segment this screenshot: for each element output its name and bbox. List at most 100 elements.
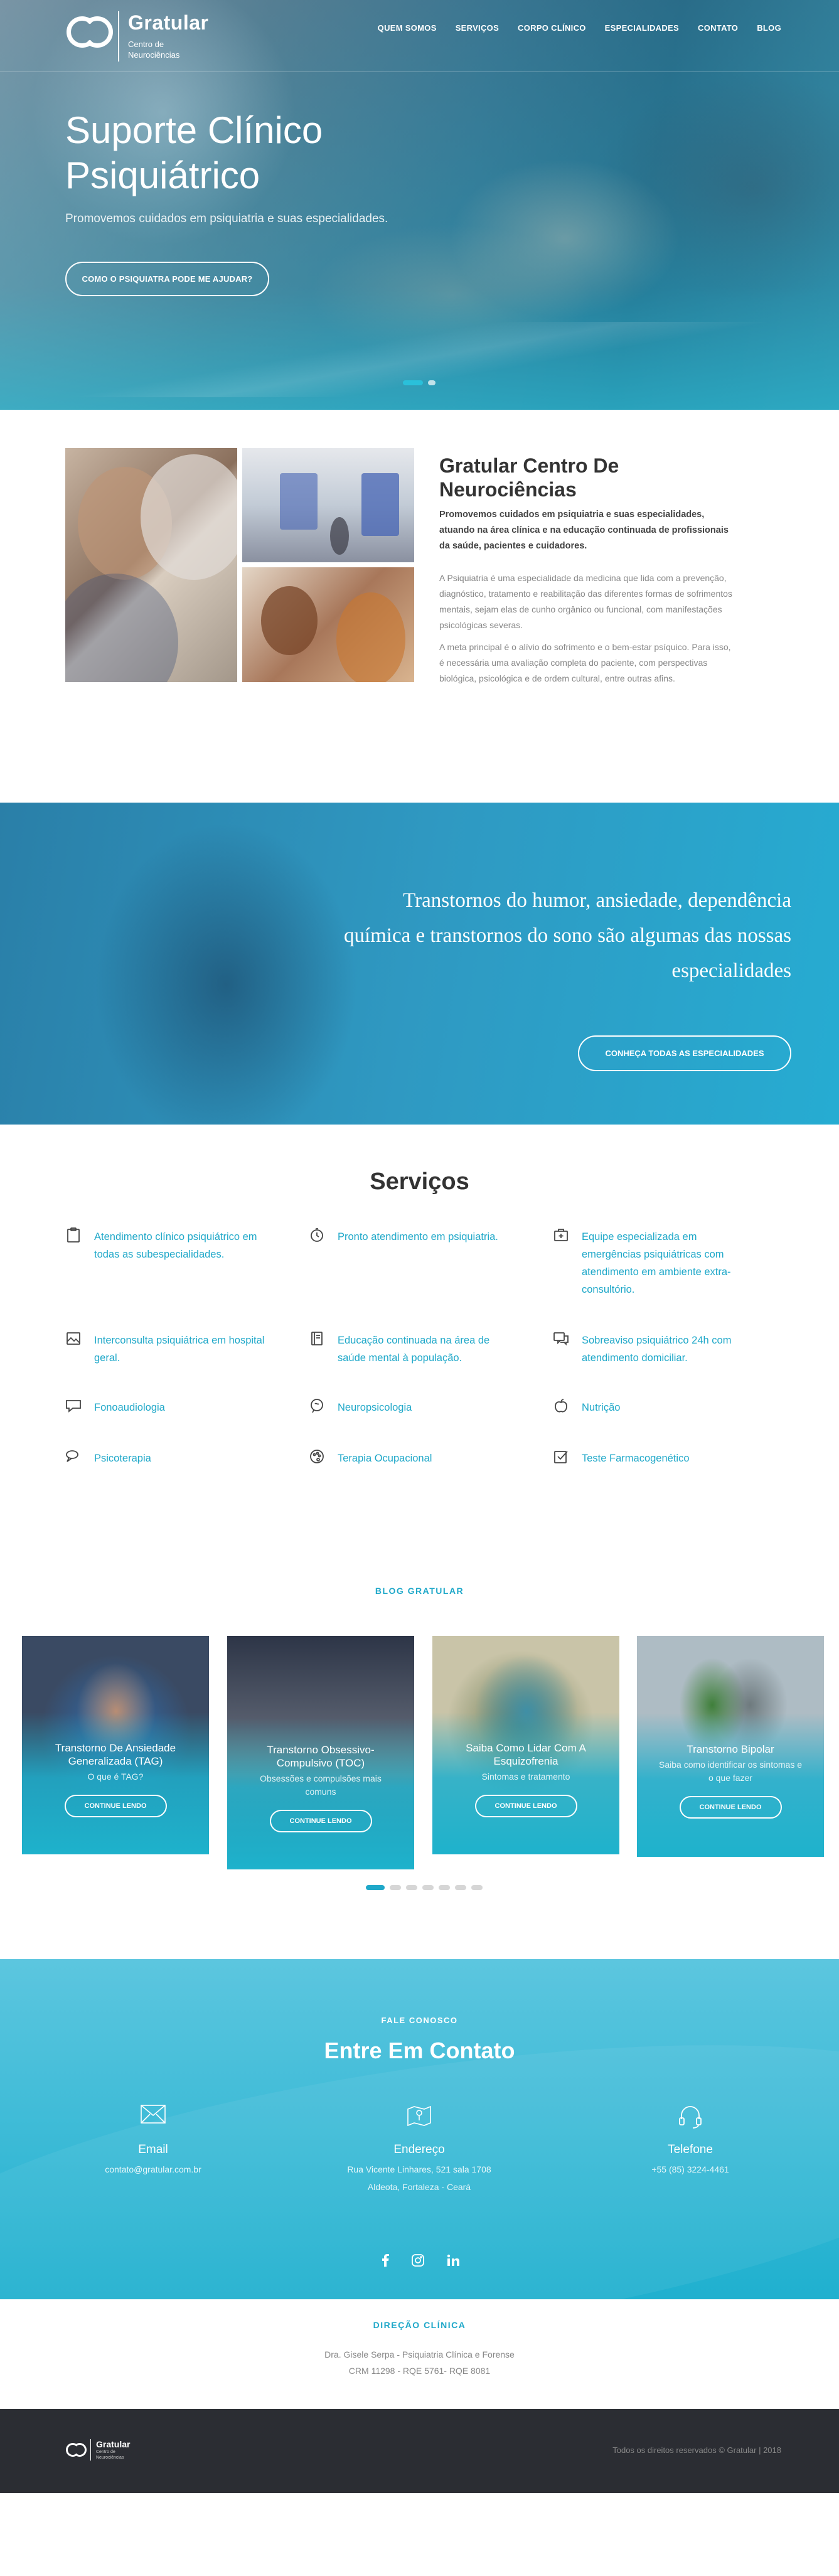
blog-card-title: Transtorno De Ansiedade Generalizada (TA… (55, 1742, 176, 1767)
linkedin-icon[interactable] (447, 2254, 459, 2270)
service-item[interactable]: Pronto atendimento em psiquiatria. (309, 1228, 510, 1246)
about-paragraph-1: A Psiquiatria é uma especialidade da med… (439, 573, 732, 630)
map-icon (325, 2104, 513, 2129)
nav-item-contato[interactable]: CONTATO (698, 23, 738, 33)
contact-email-link[interactable]: contato@gratular.com.br (59, 2161, 247, 2178)
blog-dot-6[interactable] (455, 1885, 466, 1890)
continue-reading-button[interactable]: CONTINUE LENDO (679, 1796, 782, 1819)
hero-subtitle: Promovemos cuidados em psiquiatria e sua… (65, 212, 388, 225)
blog-dot-1[interactable] (366, 1885, 385, 1890)
service-item[interactable]: Fonoaudiologia (65, 1399, 266, 1416)
talk-icon (65, 1448, 82, 1465)
slider-dot-1[interactable] (403, 380, 423, 385)
brand-tagline: Centro de Neurociências (128, 40, 180, 60)
blog-card-subtitle: Saiba como identificar os sintomas e o q… (659, 1760, 802, 1783)
blog-card-subtitle: Obsessões e compulsões mais comuns (260, 1773, 382, 1797)
service-item[interactable]: Neuropsicologia (309, 1399, 510, 1416)
social-links (382, 2254, 459, 2270)
service-item[interactable]: Teste Farmacogenético (553, 1450, 754, 1467)
nav-item-servicos[interactable]: SERVIÇOS (456, 23, 499, 33)
facebook-icon[interactable] (382, 2254, 389, 2270)
nav-item-corpo-clinico[interactable]: CORPO CLÍNICO (518, 23, 586, 33)
logo-rings-icon (65, 2441, 89, 2459)
services-section: Serviços Atendimento clínico psiquiátric… (0, 1125, 839, 1526)
service-item[interactable]: Educação continuada na área de saúde men… (309, 1332, 510, 1367)
contact-phone: Telefone +55 (85) 3224-4461 (596, 2104, 784, 2178)
blog-dot-5[interactable] (439, 1885, 450, 1890)
about-paragraph-2: A meta principal é o alívio do sofriment… (439, 642, 731, 683)
picture-icon (65, 1330, 82, 1347)
blog-card[interactable]: Transtorno De Ansiedade Generalizada (TA… (22, 1636, 209, 1854)
chat-icon (553, 1330, 569, 1347)
blog-card[interactable]: Transtorno Bipolar Saiba como identifica… (637, 1636, 824, 1857)
blog-card-title: Transtorno Bipolar (687, 1743, 774, 1755)
specialties-banner: Transtornos do humor, ansiedade, dependê… (0, 803, 839, 1125)
slider-dot-2[interactable] (428, 380, 436, 385)
blog-card[interactable]: Transtorno Obsessivo-Compulsivo (TOC) Ob… (227, 1636, 414, 1869)
apple-icon (553, 1398, 569, 1414)
service-item[interactable]: Atendimento clínico psiquiátrico em toda… (65, 1227, 266, 1263)
headset-icon (596, 2104, 784, 2129)
blog-dot-2[interactable] (390, 1885, 401, 1890)
photo-elderly-man-on-balcony (242, 448, 414, 562)
banner-background-photo (94, 821, 358, 1125)
brand-logo[interactable]: Gratular Centro de Neurociências (65, 11, 208, 61)
footer: Gratular Centro de Neurociências Todos o… (0, 2409, 839, 2493)
service-item[interactable]: Psicoterapia (65, 1450, 266, 1467)
blog-card-subtitle: O que é TAG? (87, 1772, 144, 1782)
brain-icon (309, 1398, 325, 1414)
about-section: Gratular Centro De Neurociências Promove… (0, 410, 839, 803)
photo-two-women-talking (242, 567, 414, 682)
continue-reading-button[interactable]: CONTINUE LENDO (474, 1795, 577, 1817)
contact-phone-link[interactable]: +55 (85) 3224-4461 (596, 2161, 784, 2178)
service-item[interactable]: Nutrição (553, 1399, 754, 1416)
contact-label: FALE CONOSCO (381, 2016, 458, 2025)
service-item[interactable]: Sobreaviso psiquiátrico 24h com atendime… (553, 1332, 754, 1367)
nav-item-quem-somos[interactable]: QUEM SOMOS (378, 23, 437, 33)
envelope-icon (59, 2104, 247, 2129)
footer-logo[interactable]: Gratular Centro de Neurociências (65, 2439, 134, 2461)
contact-address: Endereço Rua Vicente Linhares, 521 sala … (325, 2104, 513, 2196)
nav-item-especialidades[interactable]: ESPECIALIDADES (605, 23, 679, 33)
about-lead-text: Promovemos cuidados em psiquiatria e sua… (439, 510, 729, 551)
about-title: Gratular Centro De Neurociências (439, 454, 619, 501)
book-icon (309, 1330, 325, 1347)
blog-dot-3[interactable] (406, 1885, 417, 1890)
contact-title: Entre Em Contato (324, 2038, 515, 2063)
hero-cta-button[interactable]: COMO O PSIQUIATRA PODE ME AJUDAR? (65, 262, 269, 296)
footer-copyright: Todos os direitos reservados © Gratular … (612, 2445, 781, 2455)
hero-title: Suporte Clínico Psiquiátrico (65, 109, 323, 196)
blog-slider-dots (366, 1885, 483, 1890)
blog-label: BLOG GRATULAR (375, 1586, 464, 1596)
footer-brand-name: Gratular (96, 2439, 131, 2449)
contact-phone-heading: Telefone (668, 2143, 713, 2156)
blog-dot-7[interactable] (471, 1885, 483, 1890)
contact-address-line2: Aldeota, Fortaleza - Ceará (367, 2182, 471, 2192)
top-navigation: Gratular Centro de Neurociências QUEM SO… (0, 0, 839, 72)
service-item[interactable]: Equipe especializada em emergências psiq… (553, 1228, 754, 1298)
continue-reading-button[interactable]: CONTINUE LENDO (64, 1795, 167, 1817)
first-aid-icon (553, 1227, 569, 1243)
direction-doctor: Dra. Gisele Serpa - Psiquiatria Clínica … (324, 2349, 515, 2360)
blog-card-title: Transtorno Obsessivo-Compulsivo (TOC) (267, 1744, 375, 1769)
clinical-direction-section: DIREÇÃO CLÍNICA Dra. Gisele Serpa - Psiq… (0, 2299, 839, 2409)
blog-card[interactable]: Saiba Como Lidar Com A Esquizofrenia Sin… (432, 1636, 619, 1854)
contact-email-heading: Email (138, 2143, 168, 2156)
photo-elderly-father-and-son (65, 448, 237, 682)
continue-reading-button[interactable]: CONTINUE LENDO (269, 1810, 372, 1832)
blog-card-title: Saiba Como Lidar Com A Esquizofrenia (466, 1742, 586, 1767)
checkbox-icon (553, 1448, 569, 1465)
specialties-button[interactable]: CONHEÇA TODAS AS ESPECIALIDADES (578, 1035, 791, 1071)
blog-section: BLOG GRATULAR Transtorno De Ansiedade Ge… (0, 1526, 839, 1959)
speech-icon (65, 1398, 82, 1414)
clipboard-icon (65, 1227, 82, 1243)
instagram-icon[interactable] (412, 2254, 424, 2270)
stopwatch-icon (309, 1227, 325, 1243)
nav-item-blog[interactable]: BLOG (757, 23, 781, 33)
services-title: Serviços (370, 1168, 469, 1195)
service-item[interactable]: Terapia Ocupacional (309, 1450, 510, 1467)
logo-rings-icon (65, 11, 117, 55)
specialties-text: Transtornos do humor, ansiedade, dependê… (343, 889, 791, 982)
service-item[interactable]: Interconsulta psiquiátrica em hospital g… (65, 1332, 266, 1367)
blog-dot-4[interactable] (422, 1885, 434, 1890)
